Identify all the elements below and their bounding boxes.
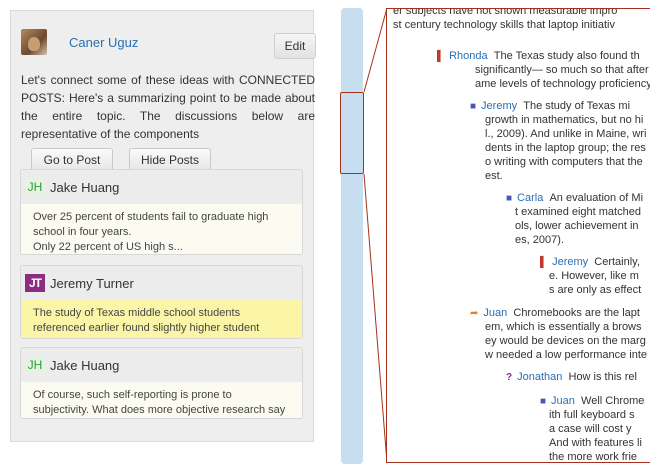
thread-text: l., 2009). And unlike in Maine, wri [485,128,647,140]
thread-reply: ■ Juan Well Chrome [540,394,644,409]
thread-text-line: er subjects have not shown measurable im… [393,8,618,18]
thread-text: es, 2007). [515,234,564,246]
thread-text: growth in mathematics, but no hi [485,114,644,126]
thread-text: dents in the laptop group; the res [485,142,646,154]
thread-text-line: w needed a low performance inte [485,348,647,362]
reply-author-link[interactable]: Rhonda [449,50,488,62]
thread-text: Certainly, [594,256,640,268]
thread-text-line: o writing with computers that the [485,155,643,169]
thread-text-line: growth in mathematics, but no hi [485,113,643,127]
thread-text: est. [485,170,503,182]
thread-text-line: st century technology skills that laptop… [393,18,615,32]
thread-text: a case will cost y [549,423,632,435]
thread-text: er subjects have not shown measurable im… [393,8,618,17]
thread-text-line: ey would be devices on the marg [485,334,646,348]
thread-text: em, which is essentially a brows [485,321,642,333]
thread-text: ols, lower achievement in [515,220,639,232]
question-icon: ? [506,372,513,383]
thread-text-line: ith full keyboard s [549,408,635,422]
thread-reply: ■ Carla An evaluation of Mi [506,191,643,206]
reply-author-link[interactable]: Jeremy [481,100,517,112]
thread-text: st century technology skills that laptop… [393,19,615,31]
thread-reply: ➦ Juan Chromebooks are the lapt [470,306,640,321]
thread-text: ey would be devices on the marg [485,335,646,347]
thread-text-line: significantly— so much so that after thr [475,63,650,77]
thread-text-line: ols, lower achievement in [515,219,639,233]
reply-author-link[interactable]: Juan [483,307,507,319]
thread-text-line: And with features li [549,436,642,450]
thread-text: How is this rel [568,371,637,383]
thread-text-line: ame levels of technology proficiency as [475,77,650,91]
thread-text-line: t examined eight matched [515,205,641,219]
reply-author-link[interactable]: Jeremy [552,256,588,268]
thread-text-line: dents in the laptop group; the res [485,141,646,155]
thread-text-line: l., 2009). And unlike in Maine, wri [485,127,646,141]
reply-author-link[interactable]: Carla [517,192,543,204]
comment-icon: ■ [540,396,547,407]
thread-text-line: s are only as effect [549,283,641,297]
thread-reply: ▌ Jeremy Certainly, [540,255,640,270]
thread-text-line: em, which is essentially a brows [485,320,642,334]
thread-zoom-view[interactable]: er subjects have not shown measurable im… [386,8,650,463]
thread-text-line: e. However, like m [549,269,639,283]
thread-text: The Texas study also found th [493,50,640,62]
thread-text-line: the more work frie [549,450,638,463]
flag-icon: ▌ [540,257,548,268]
thread-text: ame levels of technology proficiency as [475,78,650,90]
thread-text: An evaluation of Mi [549,192,644,204]
thread-text: And with features li [549,437,642,449]
thread-text-line: es, 2007). [515,233,564,247]
thread-text: the more work frie [549,451,638,463]
thread-text: Chromebooks are the lapt [513,307,640,319]
thread-text: t examined eight matched [515,206,641,218]
thread-text: ith full keyboard s [549,409,635,421]
reply-author-link[interactable]: Jonathan [517,371,562,383]
thread-reply: ▌ Rhonda The Texas study also found th [437,49,640,64]
share-arrow-icon: ➦ [470,308,479,319]
thread-text-line: a case will cost y [549,422,632,436]
thread-text: e. However, like m [549,270,639,282]
reply-author-link[interactable]: Juan [551,395,575,407]
thread-text: w needed a low performance inte [485,349,648,361]
thread-reply: ■ Jeremy The study of Texas mi [470,99,630,114]
thread-text: The study of Texas mi [523,100,631,112]
thread-text: significantly— so much so that after thr [475,64,650,76]
thread-text-line: est. [485,169,503,183]
thread-reply: ? Jonathan How is this rel [506,370,637,385]
thread-text: Well Chrome [581,395,645,407]
comment-icon: ■ [470,101,477,112]
thread-text: o writing with computers that the [485,156,643,168]
thread-text: s are only as effect [549,284,642,296]
flag-icon: ▌ [437,51,445,62]
comment-icon: ■ [506,193,513,204]
